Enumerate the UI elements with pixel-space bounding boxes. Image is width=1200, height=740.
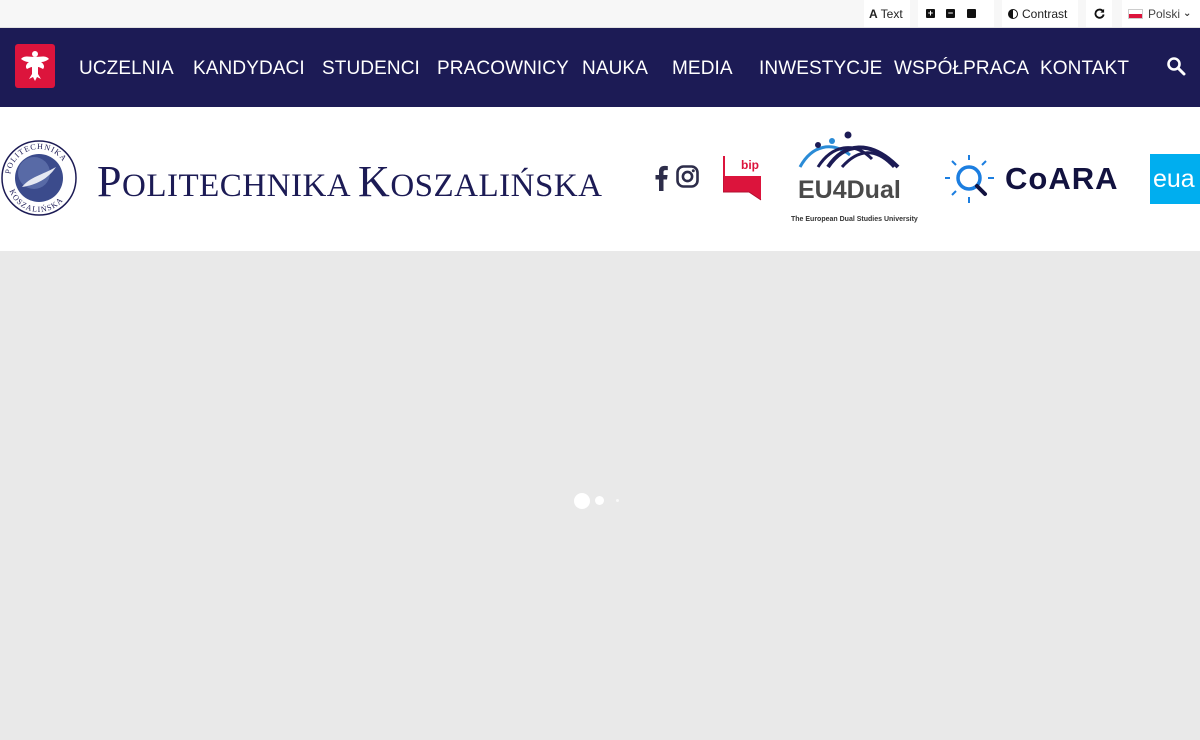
plus-square-icon[interactable]: + <box>926 9 935 18</box>
font-size-controls: + − <box>918 0 994 27</box>
search-icon[interactable] <box>1166 56 1186 76</box>
main-navigation: UCZELNIA KANDYDACI STUDENCI PRACOWNICY N… <box>0 28 1200 107</box>
title-word-rest-1: OLITECHNIKA <box>121 168 350 204</box>
title-initial-p: P <box>97 157 122 206</box>
refresh-icon[interactable] <box>1086 0 1112 27</box>
university-seal-logo[interactable]: POLITECHNIKA KOSZALIŃSKA <box>0 137 78 219</box>
content-loading-area <box>0 251 1200 740</box>
nav-item-uczelnia[interactable]: UCZELNIA <box>79 58 174 80</box>
minus-square-icon[interactable]: − <box>946 9 955 18</box>
facebook-icon[interactable] <box>653 165 669 191</box>
eua-logo[interactable]: eua <box>1150 154 1200 204</box>
loader-dot-medium <box>595 496 604 505</box>
language-label: Polski <box>1148 6 1181 21</box>
text-label: Text <box>880 6 903 21</box>
loader-dot-small <box>616 499 619 502</box>
nav-item-inwestycje[interactable]: INWESTYCJE <box>759 58 882 80</box>
language-select[interactable]: Polski ⌄ <box>1122 0 1200 27</box>
eagle-emblem-icon[interactable] <box>15 44 55 88</box>
nav-item-studenci[interactable]: STUDENCI <box>322 58 420 80</box>
eu4dual-subtitle: The European Dual Studies University <box>791 216 918 223</box>
poland-flag-icon <box>1128 8 1143 19</box>
title-word-rest-2: OSZALIŃSKA <box>390 168 603 204</box>
contrast-toggle[interactable]: Contrast <box>1002 0 1078 27</box>
text-size-control[interactable]: A Text <box>864 0 910 27</box>
site-title[interactable]: POLITECHNIKA KOSZALIŃSKA <box>97 156 603 207</box>
nav-item-kandydaci[interactable]: KANDYDACI <box>193 58 305 80</box>
nav-item-media[interactable]: MEDIA <box>672 58 733 80</box>
bip-label: bip <box>741 158 759 172</box>
coara-magnifier-icon[interactable] <box>943 153 997 205</box>
text-glyph: A <box>869 6 878 21</box>
nav-item-pracownicy[interactable]: PRACOWNICY <box>437 58 569 80</box>
square-icon[interactable] <box>967 9 976 18</box>
site-header: POLITECHNIKA KOSZALIŃSKA POLITECHNIKA KO… <box>0 107 1200 251</box>
contrast-label: Contrast <box>1022 6 1068 21</box>
bip-logo[interactable]: bip <box>722 156 763 202</box>
accessibility-bar: A Text + − Contrast Polski ⌄ <box>0 0 1200 28</box>
coara-label[interactable]: CoARA <box>1005 161 1119 197</box>
nav-item-wspolpraca[interactable]: WSPÓŁPRACA <box>894 58 1029 80</box>
loader-dot-large <box>574 493 590 509</box>
instagram-icon[interactable] <box>676 165 699 188</box>
contrast-icon <box>1008 8 1018 19</box>
nav-item-kontakt[interactable]: KONTAKT <box>1040 58 1129 80</box>
nav-item-nauka[interactable]: NAUKA <box>582 58 648 80</box>
eua-label: eua <box>1153 164 1195 193</box>
chevron-down-icon: ⌄ <box>1183 8 1192 19</box>
title-initial-k: K <box>358 157 391 206</box>
eu4dual-label: EU4Dual <box>798 176 901 204</box>
